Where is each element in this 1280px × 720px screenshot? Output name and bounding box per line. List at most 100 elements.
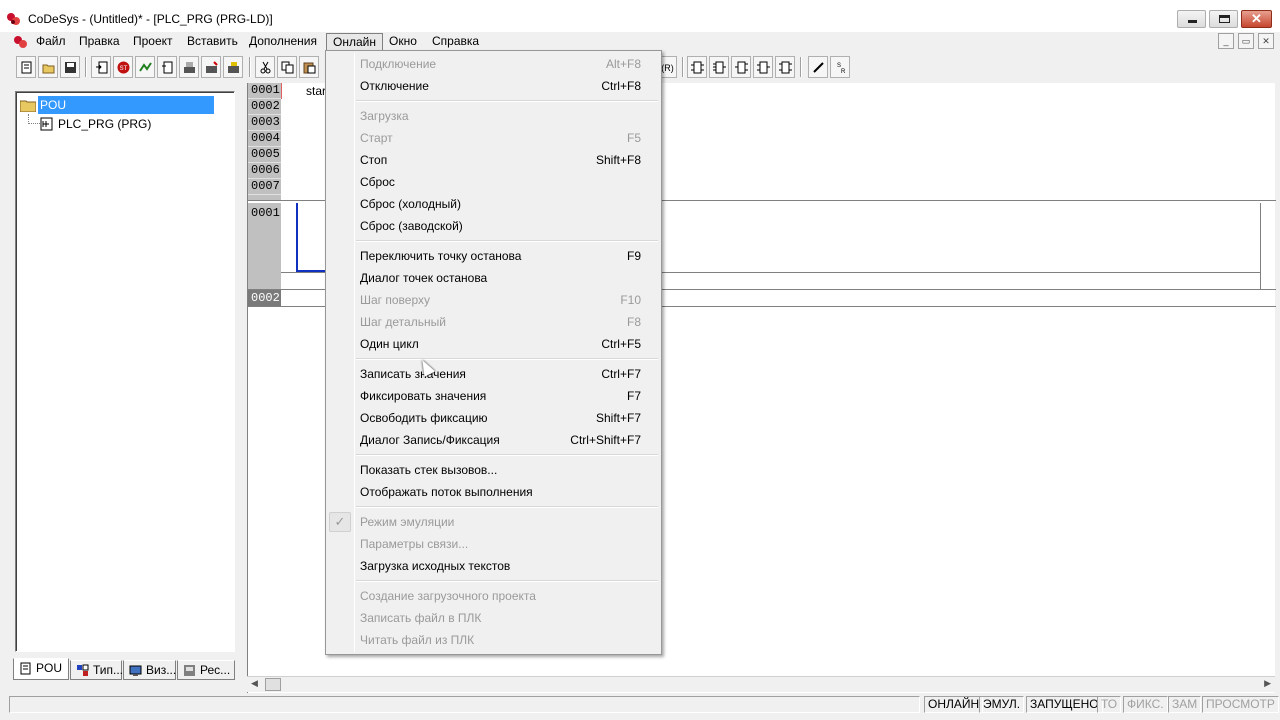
copy-button[interactable] (277, 56, 297, 78)
scroll-thumb[interactable] (265, 678, 281, 691)
save-button[interactable] (60, 56, 80, 78)
menu-item-shortcut: F10 (620, 293, 641, 307)
online-menu-item[interactable]: Диалог Запись/Фиксация Ctrl+Shift+F7 (326, 429, 661, 451)
open-button[interactable] (38, 56, 58, 78)
menu-item-shortcut: Alt+F8 (605, 57, 641, 71)
breakpoint-button[interactable] (135, 56, 155, 78)
online-menu-item[interactable]: Шаг детальный F8 (326, 311, 661, 333)
mdi-minimize-button[interactable]: _ (1218, 33, 1234, 49)
copy-icon (281, 61, 294, 74)
online-menu-item[interactable]: Параметры связи... (326, 533, 661, 555)
open-folder-icon (42, 64, 55, 74)
series-block-icon (757, 61, 770, 74)
online-menu-item[interactable]: Загрузка исходных текстов (326, 555, 661, 577)
ld-parallel-button[interactable] (731, 56, 751, 78)
status-running: ЗАПУЩЕНО (1026, 696, 1103, 713)
menu-separator (356, 580, 658, 582)
menu-help[interactable]: Справка (426, 33, 485, 51)
online-menu-item[interactable]: Старт F5 (326, 127, 661, 149)
menu-insert[interactable]: Вставить (181, 33, 244, 51)
online-menu-item[interactable]: Создание загрузочного проекта (326, 585, 661, 607)
power-rail-left (296, 203, 298, 271)
online-menu-item[interactable]: Отключение Ctrl+F8 (326, 75, 661, 97)
online-menu-item[interactable]: Сброс (холодный) (326, 193, 661, 215)
close-button[interactable]: ✕ (1241, 10, 1272, 28)
svg-text:ST: ST (120, 66, 128, 72)
ld-box-en-button[interactable] (709, 56, 729, 78)
pou-tree: POU PLC_PRG (PRG) (15, 91, 235, 652)
mdi-restore-button[interactable]: ▭ (1238, 33, 1254, 49)
online-menu-item[interactable]: Записать файл в ПЛК (326, 607, 661, 629)
online-menu-item[interactable]: Показать стек вызовов... (326, 459, 661, 481)
tab-resources[interactable]: Рес... (177, 660, 235, 680)
online-menu-item[interactable]: Фиксировать значения F7 (326, 385, 661, 407)
login-button[interactable] (91, 56, 111, 78)
line-number: 0004 (248, 131, 281, 147)
stop-button[interactable]: ST (113, 56, 133, 78)
online-menu-item[interactable]: Один цикл Ctrl+F5 (326, 333, 661, 355)
tab-pou[interactable]: POU (13, 658, 69, 680)
document-system-icon[interactable] (13, 34, 29, 50)
tab-label: Тип... (93, 663, 124, 677)
menu-online[interactable]: Онлайн (326, 33, 383, 51)
program-icon (40, 117, 53, 131)
status-bar: ОНЛАЙН ЭМУЛ. ЗАПУЩЕНО ТО ФИКС. ЗАМ ПРОСМ… (0, 694, 1280, 714)
tab-visualizations[interactable]: Виз... (123, 660, 176, 680)
menu-item-label: Отключение (360, 79, 429, 93)
ld-line-button[interactable] (808, 56, 828, 78)
online-menu-item[interactable]: Переключить точку останова F9 (326, 245, 661, 267)
mdi-close-button[interactable]: ✕ (1258, 33, 1274, 49)
online-menu-item[interactable]: Освободить фиксацию Shift+F7 (326, 407, 661, 429)
force-values-button[interactable] (223, 56, 243, 78)
menu-window[interactable]: Окно (383, 33, 423, 51)
paste-button[interactable] (299, 56, 319, 78)
online-menu-item[interactable]: Отображать поток выполнения (326, 481, 661, 503)
online-menu-item[interactable]: Диалог точек останова (326, 267, 661, 289)
online-menu-item[interactable]: Читать файл из ПЛК (326, 629, 661, 651)
ld-box-button[interactable] (687, 56, 707, 78)
menu-project[interactable]: Проект (127, 33, 179, 51)
online-menu-item[interactable]: Записать значения Ctrl+F7 (326, 363, 661, 385)
menu-item-label: Шаг поверху (360, 293, 431, 307)
menu-item-label: Читать файл из ПЛК (360, 633, 475, 647)
online-menu-item[interactable]: Сброс (заводской) (326, 215, 661, 237)
online-menu-item[interactable]: ✓ Режим эмуляции (326, 511, 661, 533)
function-block-icon (691, 61, 704, 74)
network-number: 0002 (248, 290, 281, 306)
menu-item-label: Сброс (заводской) (360, 219, 463, 233)
tab-label: Рес... (200, 663, 231, 677)
cut-button[interactable] (255, 56, 275, 78)
minimize-button[interactable] (1177, 10, 1206, 28)
cycle-button[interactable] (179, 56, 199, 78)
toolbar-separator (85, 57, 87, 77)
menu-extras[interactable]: Дополнения (243, 33, 323, 51)
online-menu-dropdown: Подключение Alt+F8 Отключение Ctrl+F8 Загруз… (325, 50, 662, 655)
ld-set-reset-button[interactable]: SR (830, 56, 850, 78)
horizontal-scrollbar[interactable]: ◀ ▶ (247, 676, 1275, 692)
save-icon (65, 62, 76, 73)
line-number: 0001 (248, 83, 281, 99)
write-values-button[interactable] (201, 56, 221, 78)
scroll-left-icon[interactable]: ◀ (251, 678, 258, 689)
maximize-button[interactable] (1209, 10, 1238, 28)
toolbar-separator (249, 57, 251, 77)
breakpoint-icon (139, 62, 152, 72)
scroll-right-icon[interactable]: ▶ (1264, 678, 1271, 689)
line-number: 0006 (248, 163, 281, 179)
online-menu-item[interactable]: Загрузка (326, 105, 661, 127)
tab-data-types[interactable]: Тип... (70, 660, 124, 680)
online-menu-item[interactable]: Шаг поверху F10 (326, 289, 661, 311)
tree-item-label: PLC_PRG (PRG) (58, 117, 152, 131)
menu-edit[interactable]: Правка (73, 33, 126, 51)
status-emulation: ЭМУЛ. (979, 696, 1025, 713)
step-button[interactable] (157, 56, 177, 78)
menu-file[interactable]: Файл (30, 33, 72, 51)
online-menu-item[interactable]: Подключение Alt+F8 (326, 53, 661, 75)
online-menu-item[interactable]: Сброс (326, 171, 661, 193)
toolbar-separator (800, 57, 802, 77)
new-button[interactable] (16, 56, 36, 78)
ld-jump-button[interactable] (775, 56, 795, 78)
online-menu-item[interactable]: Стоп Shift+F8 (326, 149, 661, 171)
ld-series-button[interactable] (753, 56, 773, 78)
status-view: ПРОСМОТР (1202, 696, 1279, 713)
